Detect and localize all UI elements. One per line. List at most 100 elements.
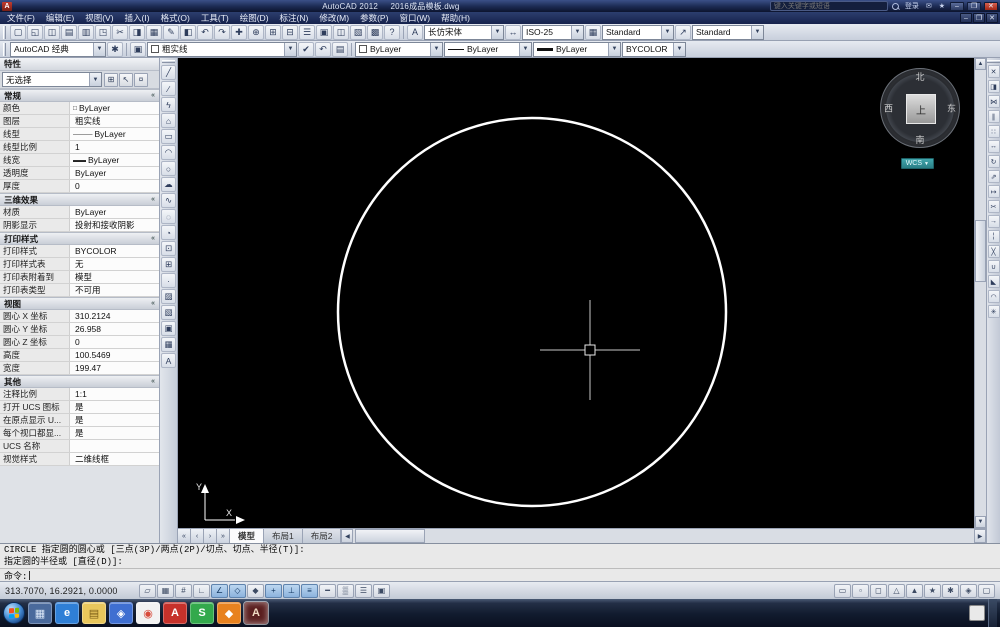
toolbar-lock-button[interactable]: ◈ (960, 583, 977, 598)
publish-icon[interactable]: ◳ (95, 24, 111, 40)
quick-select-icon[interactable]: ¤ (134, 72, 148, 87)
clean-screen-button[interactable]: ▢ (978, 583, 995, 598)
zoom-window-icon[interactable]: ⊞ (265, 24, 281, 40)
horizontal-scroll-thumb[interactable] (355, 529, 426, 543)
layer-combo[interactable]: 粗实线 ▼ (147, 41, 297, 57)
property-row[interactable]: 圆心 Y 坐标 26.958 (0, 323, 159, 336)
viewcube-top-face[interactable]: 上 (906, 94, 936, 124)
toolbar-grip[interactable] (987, 60, 1000, 63)
revision-cloud-icon[interactable]: ☁ (161, 177, 176, 192)
transparency-toggle[interactable]: ▒ (337, 583, 354, 598)
scale-icon[interactable]: ⇗ (987, 170, 1000, 183)
chevron-down-icon[interactable]: ▼ (430, 42, 442, 56)
doc-close-button[interactable]: ✕ (986, 13, 998, 23)
palette-title[interactable]: 特性 (0, 58, 159, 71)
horizontal-scroll-track[interactable] (353, 529, 974, 543)
mleader-style-combo[interactable]: Standard ▼ (692, 24, 764, 40)
menu-item[interactable]: 帮助(H) (436, 12, 475, 24)
chevron-down-icon[interactable]: ▼ (284, 42, 296, 56)
chevron-down-icon[interactable]: ▼ (519, 42, 531, 56)
taskbar-desktop-icon[interactable]: ▦ (28, 602, 52, 624)
help-icon[interactable]: ? (384, 24, 400, 40)
property-row[interactable]: 打印表类型 不可用 (0, 284, 159, 297)
text-style-combo[interactable]: 长仿宋体 ▼ (424, 24, 504, 40)
save-icon[interactable]: ◫ (44, 24, 60, 40)
tab-nav-button[interactable]: « (178, 529, 191, 543)
chevron-down-icon[interactable]: ▼ (661, 25, 673, 39)
section-general-header[interactable]: 常规 « (0, 89, 159, 102)
app-icon[interactable]: A (2, 1, 12, 11)
table-style-icon[interactable]: ▦ (585, 24, 601, 40)
workspace-settings-icon[interactable]: ✱ (107, 41, 123, 57)
tab-nav-button[interactable]: ‹ (191, 529, 204, 543)
copy-icon[interactable]: ◨ (129, 24, 145, 40)
start-button[interactable] (3, 602, 25, 624)
ellipse-arc-icon[interactable]: ◔ (161, 225, 176, 240)
chevron-down-icon[interactable]: ▼ (673, 42, 685, 56)
fillet-icon[interactable]: ◠ (987, 290, 1000, 303)
taskbar-autocad-icon[interactable]: A (243, 601, 269, 625)
insert-block-icon[interactable]: ⊡ (161, 241, 176, 256)
ellipse-icon[interactable]: ◌ (161, 209, 176, 224)
viewcube-north-label[interactable]: 北 (915, 70, 924, 83)
cut-icon[interactable]: ✂ (112, 24, 128, 40)
explode-icon[interactable]: ✳ (987, 305, 1000, 318)
polygon-icon[interactable]: ⌂ (161, 113, 176, 128)
restore-button[interactable]: ❐ (966, 1, 981, 11)
property-row[interactable]: 透明度 ByLayer (0, 167, 159, 180)
menu-item[interactable]: 修改(M) (314, 12, 354, 24)
stretch-icon[interactable]: ↦ (987, 185, 1000, 198)
chevron-down-icon[interactable]: ▼ (93, 42, 105, 56)
tab-layout1[interactable]: 布局1 (264, 529, 303, 543)
toolbar-grip[interactable] (3, 42, 6, 56)
sheet-set-manager-icon[interactable]: ▧ (350, 24, 366, 40)
property-row[interactable]: 注释比例 1:1 (0, 388, 159, 401)
section-misc-header[interactable]: 其他 « (0, 375, 159, 388)
signin-button[interactable]: 登录 (903, 1, 921, 11)
lineweight-combo[interactable]: ByLayer ▼ (533, 41, 621, 57)
array-icon[interactable]: ∷ (987, 125, 1000, 138)
point-icon[interactable]: · (161, 273, 176, 288)
annotation-scale-button[interactable]: △ (888, 583, 905, 598)
collapse-icon[interactable]: « (151, 196, 155, 203)
communication-center-icon[interactable]: ✉ (924, 2, 934, 10)
property-row[interactable]: 图层 粗实线 (0, 115, 159, 128)
properties-icon[interactable]: ☰ (299, 24, 315, 40)
scroll-up-button[interactable]: ▲ (975, 58, 986, 70)
minimize-button[interactable]: – (949, 1, 964, 11)
linetype-combo[interactable]: ByLayer ▼ (444, 41, 532, 57)
taskbar-sogou-icon[interactable]: S (190, 602, 214, 624)
pan-icon[interactable]: ✚ (231, 24, 247, 40)
dim-style-icon[interactable]: ↔ (505, 24, 521, 40)
line-icon[interactable]: ╱ (161, 65, 176, 80)
menu-item[interactable]: 插入(I) (120, 12, 155, 24)
menu-item[interactable]: 参数(P) (355, 12, 393, 24)
layer-properties-icon[interactable]: ▣ (130, 41, 146, 57)
viewcube[interactable]: 北 南 西 东 上 (880, 68, 960, 148)
infer-constraints-toggle[interactable]: ▱ (139, 583, 156, 598)
collapse-icon[interactable]: « (151, 378, 155, 385)
annotation-visibility-button[interactable]: ▲ (906, 583, 923, 598)
viewcube-west-label[interactable]: 西 (884, 102, 893, 115)
menu-item[interactable]: 格式(O) (156, 12, 195, 24)
select-objects-icon[interactable]: ↖ (119, 72, 133, 87)
zoom-realtime-icon[interactable]: ⊕ (248, 24, 264, 40)
quick-view-drawings-button[interactable]: ◻ (870, 583, 887, 598)
plot-style-combo[interactable]: BYCOLOR ▼ (622, 41, 686, 57)
drawing-canvas[interactable]: Y X 北 南 西 东 上 WCS ▼ (178, 58, 974, 528)
3d-object-snap-toggle[interactable]: ◆ (247, 583, 264, 598)
selection-cycling-toggle[interactable]: ▣ (373, 583, 390, 598)
search-icon[interactable] (891, 2, 900, 11)
mleader-style-icon[interactable]: ↗ (675, 24, 691, 40)
scroll-right-button[interactable]: ▶ (974, 529, 986, 543)
table-icon[interactable]: ▦ (161, 337, 176, 352)
pickadd-toggle-icon[interactable]: ⊞ (104, 72, 118, 87)
property-row[interactable]: 宽度 199.47 (0, 362, 159, 375)
rotate-icon[interactable]: ↻ (987, 155, 1000, 168)
section-view-header[interactable]: 视图 « (0, 297, 159, 310)
scroll-left-button[interactable]: ◀ (341, 529, 354, 543)
toolbar-grip[interactable] (162, 60, 175, 63)
coordinate-display[interactable]: 313.7070, 16.2921, 0.0000 (5, 586, 137, 596)
break-at-point-icon[interactable]: ¦ (987, 230, 1000, 243)
undo-icon[interactable]: ↶ (197, 24, 213, 40)
